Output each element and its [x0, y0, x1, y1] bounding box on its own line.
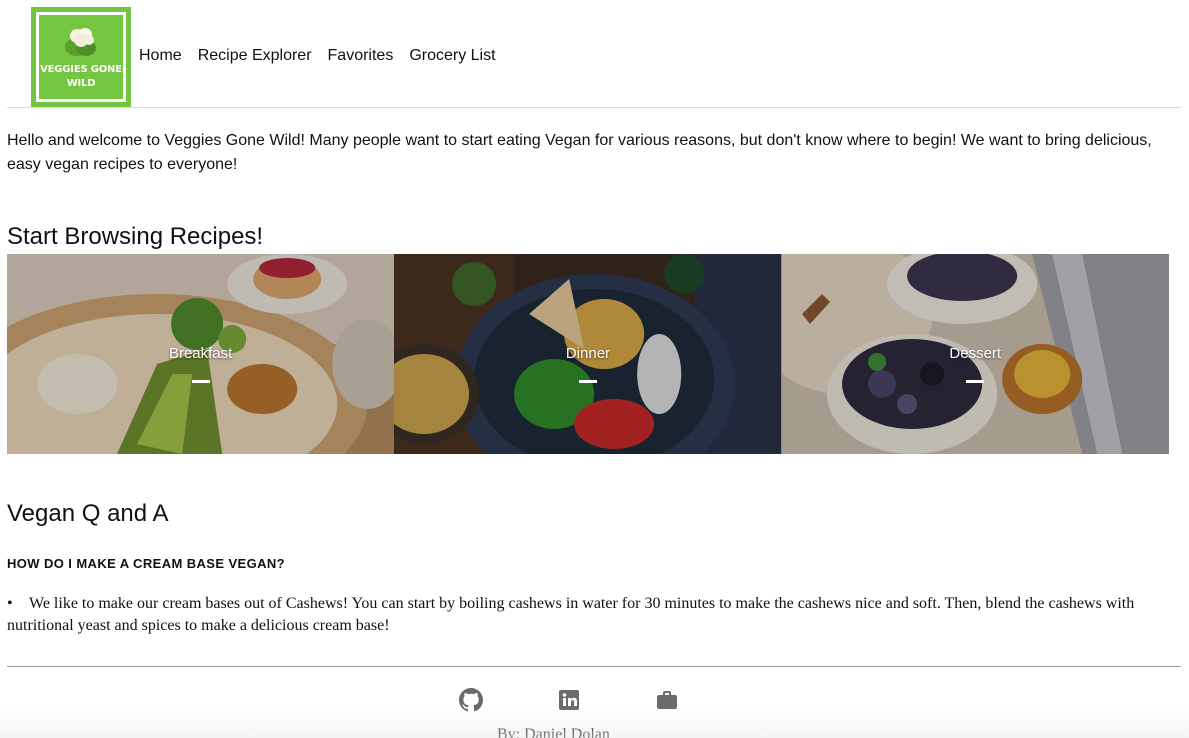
card-underline: [578, 380, 597, 383]
card-underline: [966, 380, 985, 383]
site-logo[interactable]: VEGGIES GONE WILD: [31, 7, 131, 107]
recipe-category-cards: Breakfast Dinner Dessert: [7, 254, 1169, 454]
nav-grocery-list[interactable]: Grocery List: [409, 46, 495, 66]
footer-divider: [7, 666, 1181, 667]
card-label-dessert: Dessert: [949, 345, 1002, 362]
nav-favorites[interactable]: Favorites: [328, 46, 394, 66]
cauliflower-icon: [64, 25, 98, 57]
site-header: VEGGIES GONE WILD Home Recipe Explorer F…: [7, 0, 1181, 108]
card-label-breakfast: Breakfast: [168, 345, 233, 362]
card-breakfast[interactable]: Breakfast: [7, 254, 395, 454]
card-dinner[interactable]: Dinner: [394, 254, 782, 454]
linkedin-icon[interactable]: [557, 688, 581, 712]
qa-heading: Vegan Q and A: [7, 500, 169, 527]
card-underline: [191, 380, 210, 383]
card-label-dinner: Dinner: [565, 345, 611, 362]
qa-answer-item: • We like to make our cream bases out of …: [7, 593, 1177, 637]
logo-frame: VEGGIES GONE WILD: [36, 12, 126, 102]
github-icon[interactable]: [459, 688, 483, 712]
nav-recipe-explorer[interactable]: Recipe Explorer: [198, 46, 312, 66]
browse-heading: Start Browsing Recipes!: [7, 223, 264, 250]
nav-home[interactable]: Home: [139, 46, 182, 66]
bullet-marker: •: [7, 595, 13, 612]
main-nav: Home Recipe Explorer Favorites Grocery L…: [139, 46, 512, 66]
author-byline: By: Daniel Dolan: [497, 726, 610, 738]
qa-question: HOW DO I MAKE A CREAM BASE VEGAN?: [7, 556, 286, 571]
intro-text: Hello and welcome to Veggies Gone Wild! …: [7, 132, 1152, 173]
briefcase-icon[interactable]: [655, 688, 679, 712]
card-dessert[interactable]: Dessert: [781, 254, 1169, 454]
logo-text: VEGGIES GONE WILD: [40, 64, 122, 89]
qa-answer-text: We like to make our cream bases out of C…: [7, 595, 1135, 634]
